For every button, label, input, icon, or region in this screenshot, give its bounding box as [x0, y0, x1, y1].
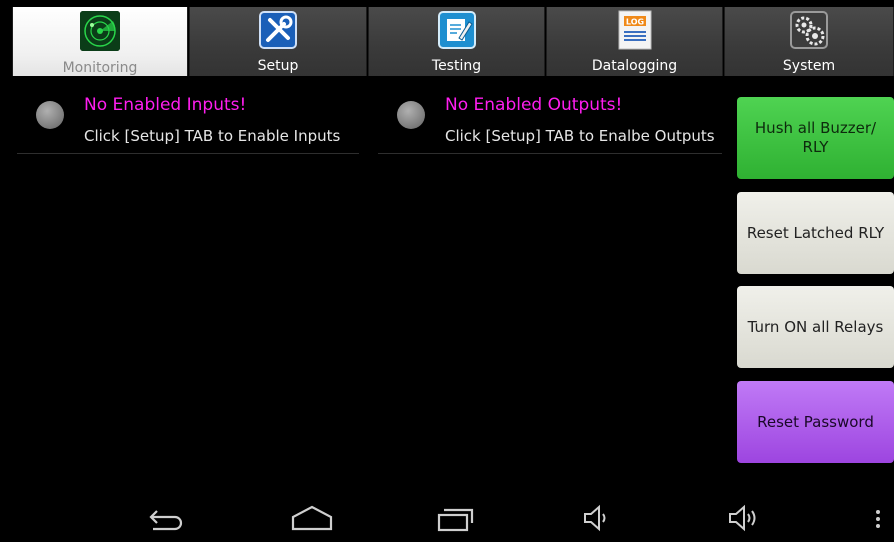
- reset-password-label: Reset Password: [757, 412, 874, 431]
- overflow-menu-icon[interactable]: [872, 503, 884, 537]
- turn-on-relays-button[interactable]: Turn ON all Relays: [737, 286, 894, 368]
- inputs-subtitle: Click [Setup] TAB to Enable Inputs: [84, 127, 341, 145]
- home-icon[interactable]: [289, 503, 335, 537]
- tab-label: Setup: [257, 58, 299, 74]
- tab-system[interactable]: System: [724, 7, 894, 76]
- tab-setup[interactable]: Setup: [189, 7, 367, 76]
- gears-icon: [789, 10, 829, 50]
- reset-latched-label: Reset Latched RLY: [746, 223, 885, 242]
- hush-buzzer-label: Hush all Buzzer/ RLY: [754, 119, 877, 156]
- system-nav-bar: [0, 495, 894, 542]
- reset-latched-relay-button[interactable]: Reset Latched RLY: [737, 192, 894, 274]
- tab-datalogging[interactable]: LOG Datalogging: [546, 7, 723, 76]
- log-icon-text: LOG: [625, 18, 643, 27]
- tab-label: Monitoring: [62, 60, 138, 76]
- outputs-divider: [378, 153, 722, 154]
- tab-bar: Monitoring Setup Testing LOG Datalogging…: [0, 0, 894, 79]
- inputs-title: No Enabled Inputs!: [84, 95, 247, 115]
- back-icon[interactable]: [145, 503, 187, 537]
- recent-apps-icon[interactable]: [436, 503, 476, 537]
- volume-down-icon[interactable]: [581, 503, 615, 537]
- outputs-status-indicator: [397, 101, 425, 129]
- inputs-divider: [17, 153, 359, 154]
- outputs-subtitle: Click [Setup] TAB to Enalbe Outputs: [445, 127, 715, 145]
- turn-on-relays-label: Turn ON all Relays: [747, 317, 884, 336]
- tab-monitoring[interactable]: Monitoring: [12, 7, 188, 76]
- tab-testing[interactable]: Testing: [368, 7, 545, 76]
- tab-label: System: [782, 58, 836, 74]
- edit-icon: [437, 10, 477, 50]
- inputs-status-indicator: [36, 101, 64, 129]
- log-icon: LOG: [615, 10, 655, 50]
- hush-buzzer-button[interactable]: Hush all Buzzer/ RLY: [737, 97, 894, 179]
- tab-label: Testing: [431, 58, 482, 74]
- reset-password-button[interactable]: Reset Password: [737, 381, 894, 463]
- outputs-title: No Enabled Outputs!: [445, 95, 623, 115]
- volume-up-icon[interactable]: [726, 503, 766, 537]
- tools-icon: [258, 10, 298, 50]
- radar-icon: [80, 11, 120, 51]
- tab-label: Datalogging: [591, 58, 678, 74]
